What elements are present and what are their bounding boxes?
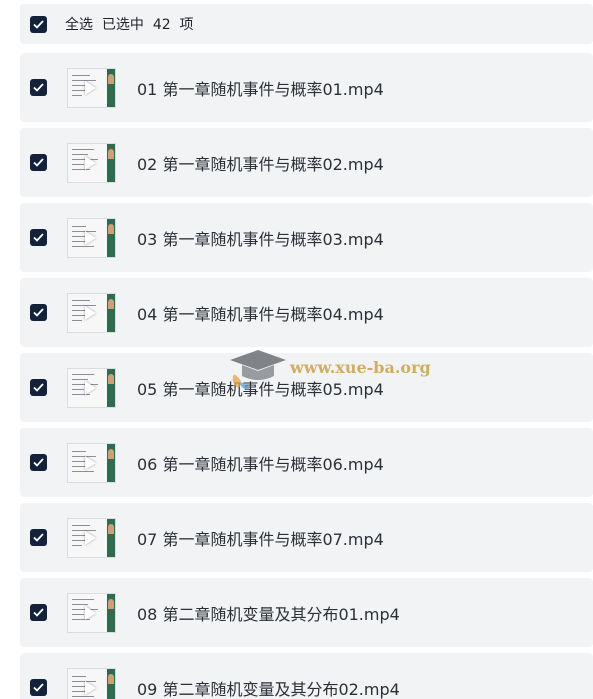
- selected-prefix: 已选中: [101, 17, 144, 33]
- video-thumbnail: [67, 217, 116, 258]
- selected-suffix: 项: [179, 17, 194, 33]
- play-icon: [85, 455, 96, 470]
- play-icon: [85, 680, 96, 695]
- file-name: 01 第一章随机事件与概率01.mp4: [137, 79, 384, 99]
- file-name: 03 第一章随机事件与概率03.mp4: [137, 229, 384, 249]
- file-list: 全选 已选中 42 项 01 第一章随机事件与概率01.mp4 02 第一章随机事…: [0, 0, 593, 699]
- checkmark-icon: [33, 83, 44, 92]
- file-checkbox[interactable]: [30, 304, 47, 321]
- file-row[interactable]: 06 第一章随机事件与概率06.mp4: [20, 428, 593, 497]
- file-row[interactable]: 01 第一章随机事件与概率01.mp4: [20, 53, 593, 122]
- file-checkbox[interactable]: [30, 679, 47, 696]
- video-thumbnail: [67, 667, 116, 699]
- file-row[interactable]: 03 第一章随机事件与概率03.mp4: [20, 203, 593, 272]
- play-icon: [85, 605, 96, 620]
- checkmark-icon: [33, 158, 44, 167]
- file-checkbox[interactable]: [30, 379, 47, 396]
- file-row[interactable]: 04 第一章随机事件与概率04.mp4: [20, 278, 593, 347]
- file-checkbox[interactable]: [30, 229, 47, 246]
- file-checkbox[interactable]: [30, 604, 47, 621]
- file-name: 02 第一章随机事件与概率02.mp4: [137, 154, 384, 174]
- video-thumbnail: [67, 592, 116, 633]
- select-all-bar: 全选 已选中 42 项: [20, 4, 593, 44]
- file-row[interactable]: 02 第一章随机事件与概率02.mp4: [20, 128, 593, 197]
- file-name: 04 第一章随机事件与概率04.mp4: [137, 304, 384, 324]
- checkmark-icon: [33, 608, 44, 617]
- selection-summary: 全选 已选中 42 项: [65, 14, 194, 34]
- video-thumbnail: [67, 292, 116, 333]
- file-checkbox[interactable]: [30, 529, 47, 546]
- checkmark-icon: [33, 383, 44, 392]
- selected-count: 42: [152, 17, 171, 33]
- checkmark-icon: [33, 533, 44, 542]
- video-thumbnail: [67, 142, 116, 183]
- checkmark-icon: [33, 19, 44, 29]
- file-row[interactable]: 05 第一章随机事件与概率05.mp4: [20, 353, 593, 422]
- checkmark-icon: [33, 458, 44, 467]
- select-all-label[interactable]: 全选: [65, 17, 93, 33]
- play-icon: [85, 230, 96, 245]
- play-icon: [85, 530, 96, 545]
- select-all-checkbox[interactable]: [30, 15, 47, 33]
- file-row[interactable]: 09 第二章随机变量及其分布02.mp4: [20, 653, 593, 699]
- video-thumbnail: [67, 517, 116, 558]
- video-thumbnail: [67, 367, 116, 408]
- file-row[interactable]: 08 第二章随机变量及其分布01.mp4: [20, 578, 593, 647]
- file-name: 07 第一章随机事件与概率07.mp4: [137, 529, 384, 549]
- play-icon: [85, 80, 96, 95]
- file-name: 09 第二章随机变量及其分布02.mp4: [137, 679, 400, 699]
- play-icon: [85, 155, 96, 170]
- file-name: 06 第一章随机事件与概率06.mp4: [137, 454, 384, 474]
- file-name: 08 第二章随机变量及其分布01.mp4: [137, 604, 400, 624]
- checkmark-icon: [33, 683, 44, 692]
- file-checkbox[interactable]: [30, 454, 47, 471]
- file-checkbox[interactable]: [30, 79, 47, 96]
- file-name: 05 第一章随机事件与概率05.mp4: [137, 379, 384, 399]
- checkmark-icon: [33, 233, 44, 242]
- file-row[interactable]: 07 第一章随机事件与概率07.mp4: [20, 503, 593, 572]
- video-thumbnail: [67, 67, 116, 108]
- play-icon: [85, 380, 96, 395]
- video-thumbnail: [67, 442, 116, 483]
- checkmark-icon: [33, 308, 44, 317]
- file-checkbox[interactable]: [30, 154, 47, 171]
- play-icon: [85, 305, 96, 320]
